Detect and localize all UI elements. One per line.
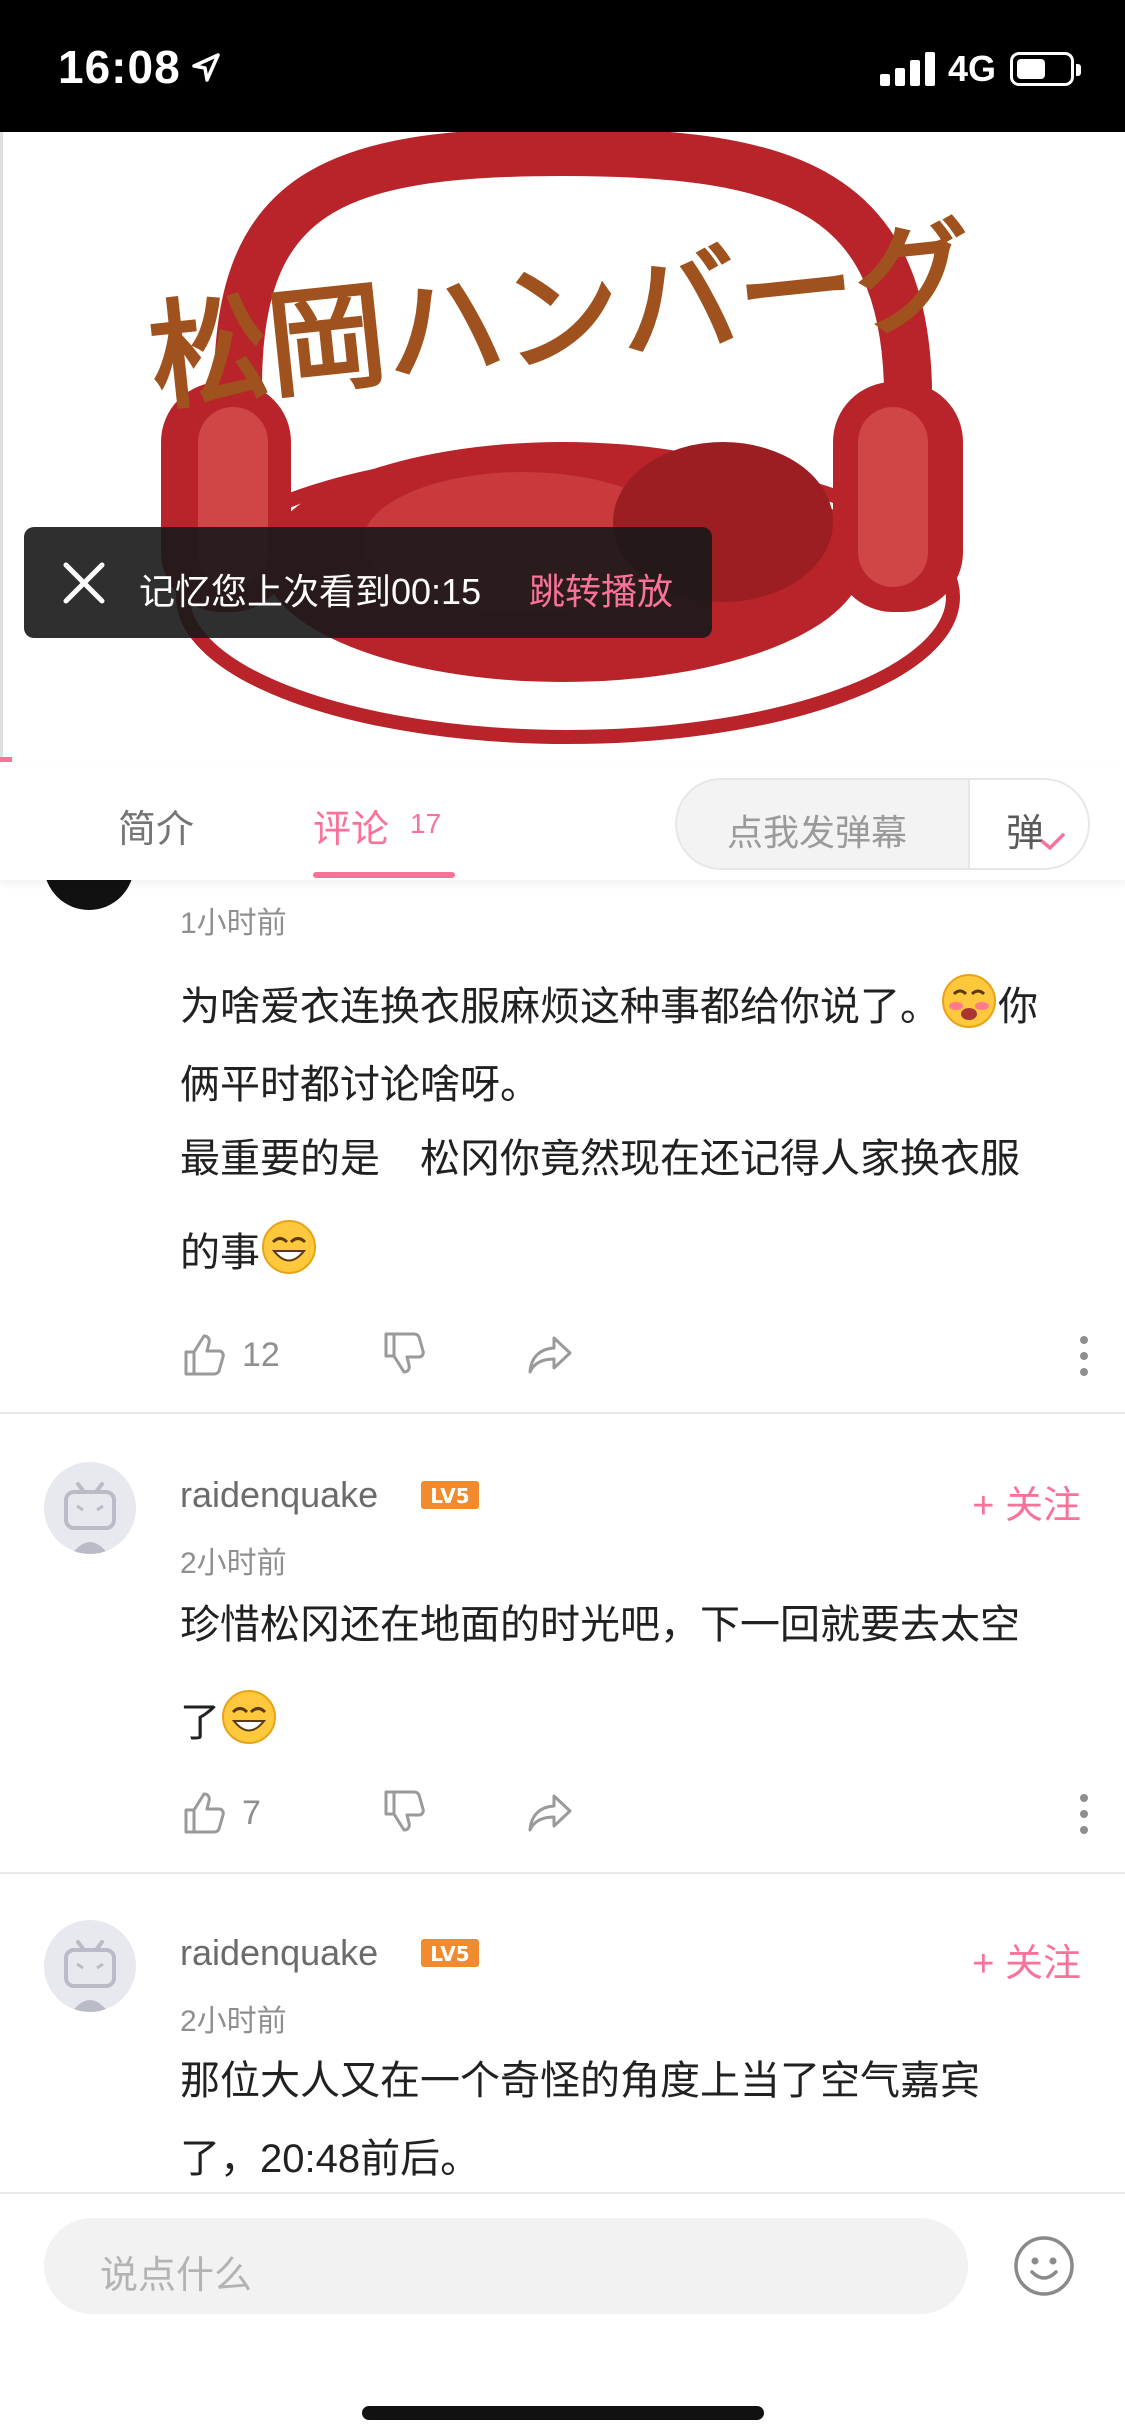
home-indicator[interactable] xyxy=(362,2406,764,2420)
follow-button[interactable]: + 关注 xyxy=(972,1932,1081,1987)
danmaku-toggle-button[interactable]: 弹 xyxy=(968,780,1088,868)
grinning-emoji-icon xyxy=(222,1690,276,1744)
jump-to-play-button[interactable]: 跳转播放 xyxy=(529,563,673,615)
comment-line: 为啥爱衣连换衣服麻烦这种事都给你说了。 xyxy=(180,985,940,1029)
battery-icon xyxy=(1010,52,1081,86)
comment-time: 2小时前 xyxy=(180,1547,287,1580)
status-bar: 16:08 4G xyxy=(0,0,1125,132)
thumbs-up-icon[interactable] xyxy=(180,1788,228,1836)
default-avatar-icon xyxy=(64,1482,116,1554)
avatar[interactable] xyxy=(44,880,134,910)
grinning-emoji-icon xyxy=(262,1220,316,1274)
blushing-emoji-icon xyxy=(942,974,996,1028)
comment-input[interactable]: 说点什么 xyxy=(44,2218,968,2314)
comment-line: 你 xyxy=(998,985,1038,1029)
comment-time: 2小时前 xyxy=(180,2005,287,2038)
like-count: 12 xyxy=(242,1336,280,1374)
comment-text: 为啥爱衣连换衣服麻烦这种事都给你说了。 你 俩平时都讨论啥呀。 最重要的是 松冈你… xyxy=(180,968,1090,1292)
avatar[interactable] xyxy=(44,1462,136,1554)
tab-intro[interactable]: 简介 xyxy=(118,798,194,853)
close-icon[interactable] xyxy=(56,555,112,611)
comment-line: 的事 xyxy=(180,1231,260,1275)
comment-line: 俩平时都讨论啥呀。 xyxy=(180,1063,540,1107)
comment-time: 1小时前 xyxy=(180,907,287,940)
comment-input-placeholder: 说点什么 xyxy=(100,2255,253,2297)
comment-line: 最重要的是 松冈你竟然现在还记得人家换衣服 xyxy=(180,1137,1020,1181)
level-badge: LV5 xyxy=(421,1939,479,1967)
comment-text: 那位大人又在一个奇怪的角度上当了空气嘉宾 了，20:48前后。 xyxy=(180,2042,1090,2192)
resume-toast-text: 记忆您上次看到00:15 xyxy=(139,571,482,612)
comment-text: 珍惜松冈还在地面的时光吧，下一回就要去太空 了 xyxy=(180,1586,1090,1762)
comment-actions: 7 xyxy=(180,1788,1090,1848)
like-count: 7 xyxy=(242,1794,261,1832)
tab-comments-count: 17 xyxy=(410,808,442,839)
comment-username[interactable]: raidenquake xyxy=(180,1474,378,1516)
network-type: 4G xyxy=(948,48,997,89)
svg-text:LV5: LV5 xyxy=(430,1484,469,1508)
comment-username[interactable]: raidenquake xyxy=(180,1932,378,1974)
comment-line: 了 xyxy=(180,1701,220,1745)
default-avatar-icon xyxy=(64,1940,116,2012)
comment-list[interactable]: 1小时前 为啥爱衣连换衣服麻烦这种事都给你说了。 你 俩平时都讨论啥呀。 最重要的… xyxy=(0,880,1125,2192)
comment-line: 那位大人又在一个奇怪的角度上当了空气嘉宾 xyxy=(180,2059,980,2103)
thumbs-down-icon[interactable] xyxy=(380,1330,428,1378)
share-icon[interactable] xyxy=(526,1330,574,1378)
danmaku-input[interactable]: 点我发弹幕 弹 xyxy=(675,778,1090,870)
comment-line: 珍惜松冈还在地面的时光吧，下一回就要去太空 xyxy=(180,1603,1020,1647)
video-frame-logo: 松岡ハンバーグ xyxy=(143,132,979,744)
comment-line: 了，20:48前后。 xyxy=(180,2137,481,2181)
status-time: 16:08 xyxy=(58,41,181,93)
comment-input-bar: 说点什么 xyxy=(0,2192,1125,2436)
more-options-icon[interactable] xyxy=(1078,1792,1090,1836)
video-player[interactable]: 松岡ハンバーグ xyxy=(0,132,1125,762)
thumbs-up-icon[interactable] xyxy=(180,1330,228,1378)
tab-active-indicator xyxy=(313,872,455,878)
svg-text:LV5: LV5 xyxy=(430,1942,469,1966)
location-arrow-icon xyxy=(192,53,220,82)
tab-bar: 简介 评论 17 点我发弹幕 弹 xyxy=(0,762,1125,880)
divider xyxy=(0,1872,1125,1874)
tab-comments[interactable]: 评论 xyxy=(313,798,389,853)
danmaku-toggle-label: 弹 xyxy=(1006,813,1045,855)
follow-button[interactable]: + 关注 xyxy=(972,1474,1081,1529)
resume-toast: 记忆您上次看到00:15 跳转播放 xyxy=(24,527,712,638)
more-options-icon[interactable] xyxy=(1078,1334,1090,1378)
level-badge: LV5 xyxy=(421,1481,479,1509)
comment-actions: 12 xyxy=(180,1330,1090,1390)
danmaku-placeholder: 点我发弹幕 xyxy=(727,812,908,853)
divider xyxy=(0,1412,1125,1414)
share-icon[interactable] xyxy=(526,1788,574,1836)
signal-strength-icon xyxy=(880,50,936,86)
avatar[interactable] xyxy=(44,1920,136,2012)
check-icon xyxy=(1041,833,1065,851)
thumbs-down-icon[interactable] xyxy=(380,1788,428,1836)
emoji-icon[interactable] xyxy=(1012,2234,1076,2298)
